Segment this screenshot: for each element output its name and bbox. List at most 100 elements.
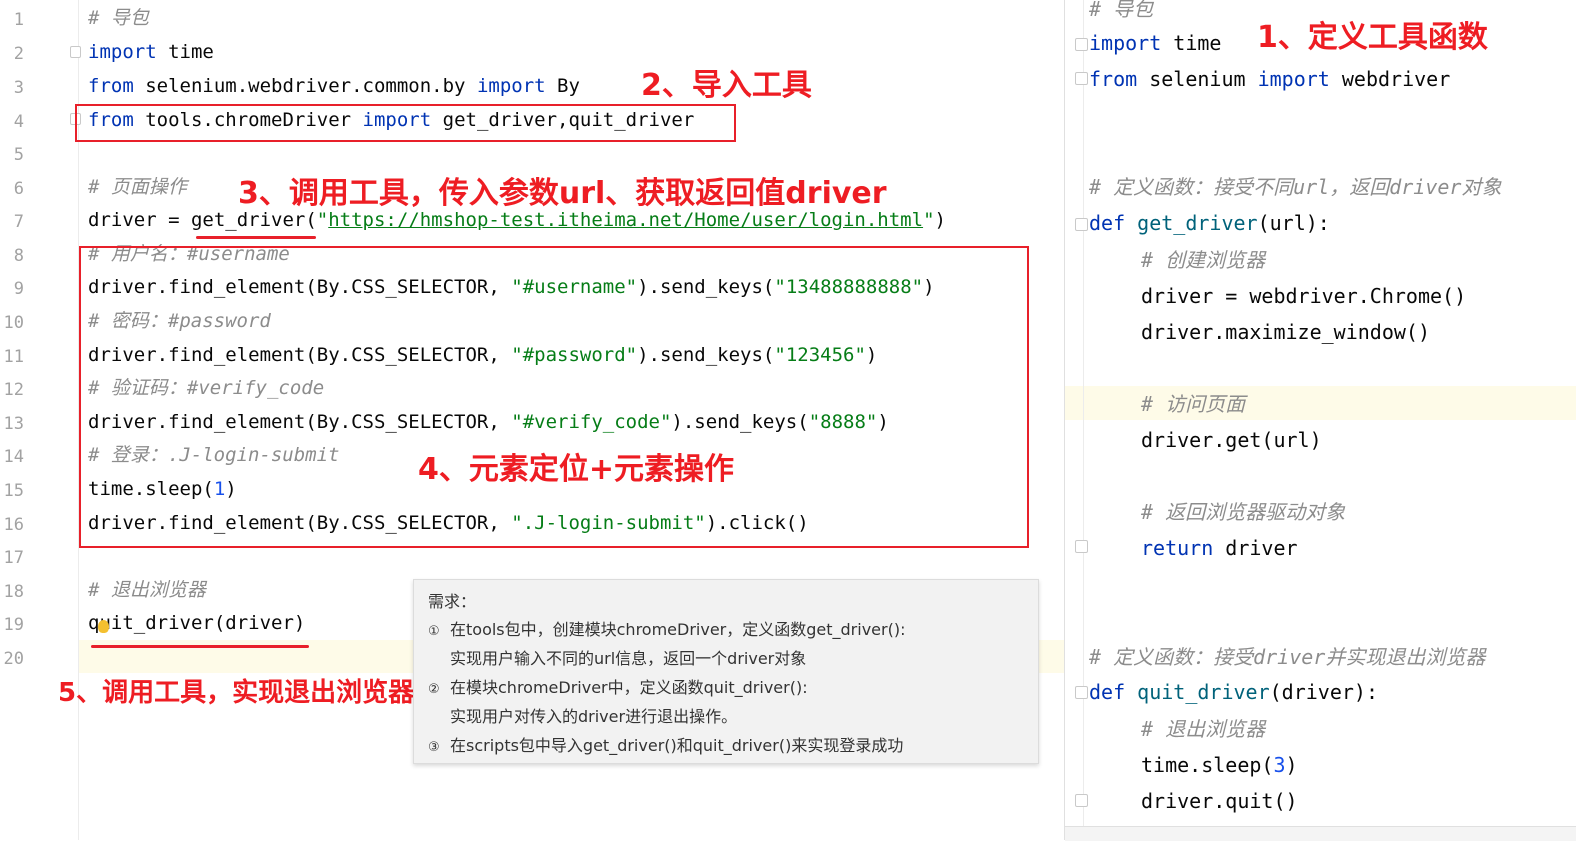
editor-bottom-bar bbox=[1065, 826, 1576, 841]
tooltip-line: 实现用户对传入的driver进行退出操作。 bbox=[428, 703, 737, 727]
code-line[interactable]: driver.get(url) bbox=[1141, 428, 1322, 452]
fold-marker-icon[interactable] bbox=[1075, 540, 1088, 553]
main-code-editor[interactable]: 1 2 3 4 5 6 7 8 9 10 11 12 13 14 15 16 17 18 19 20 # 导包 impo… bbox=[0, 0, 1064, 840]
tooltip-line-number: ① bbox=[428, 624, 440, 639]
tooltip-line-text: 在模块chromeDriver中，定义函数quit_driver(): bbox=[450, 678, 808, 697]
code-line[interactable]: # 退出浏览器 bbox=[1141, 717, 1265, 741]
line-number: 10 bbox=[3, 313, 24, 333]
code-line[interactable]: def get_driver(url): bbox=[1089, 211, 1330, 235]
code-line[interactable]: # 退出浏览器 bbox=[88, 578, 206, 602]
code-line[interactable]: return driver bbox=[1141, 536, 1298, 560]
code-token: time bbox=[1161, 31, 1222, 55]
code-line[interactable]: import time bbox=[1089, 31, 1221, 55]
code-token: # 定义函数：接受不同url，返回driver对象 bbox=[1089, 175, 1502, 199]
tooltip-line: ① 在tools包中，创建模块chromeDriver，定义函数get_drive… bbox=[428, 616, 905, 640]
code-line[interactable]: import time bbox=[88, 40, 214, 64]
line-number: 17 bbox=[3, 548, 24, 568]
fold-marker-icon[interactable] bbox=[1075, 38, 1088, 51]
code-line[interactable]: from selenium import webdriver bbox=[1089, 67, 1450, 91]
code-token: webdriver bbox=[1329, 67, 1451, 91]
code-token: driver.maximize_window() bbox=[1141, 320, 1430, 344]
annotation-step-4: 4、元素定位+元素操作 bbox=[418, 452, 735, 487]
code-line[interactable]: # 返回浏览器驱动对象 bbox=[1141, 500, 1345, 524]
code-token: quit_driver bbox=[1137, 680, 1270, 704]
tooltip-line: 实现用户输入不同的url信息，返回一个driver对象 bbox=[428, 645, 806, 669]
line-number: 5 bbox=[13, 145, 24, 165]
tooltip-line: ③ 在scripts包中导入get_driver()和quit_driver()来… bbox=[428, 732, 903, 756]
code-token: ) bbox=[1285, 753, 1298, 777]
line-number: 19 bbox=[3, 615, 24, 635]
line-number: 8 bbox=[13, 246, 24, 266]
line-number: 15 bbox=[3, 481, 24, 501]
code-line[interactable]: # 导包 bbox=[88, 6, 149, 30]
line-number: 4 bbox=[13, 112, 24, 132]
code-token: import bbox=[1089, 31, 1162, 55]
lightbulb-icon[interactable] bbox=[98, 620, 109, 633]
line-number: 2 bbox=[13, 44, 24, 64]
fold-marker-icon[interactable] bbox=[70, 46, 81, 58]
code-token: # 导包 bbox=[88, 7, 149, 29]
reference-code-editor[interactable]: # 导包 import time from selenium import webd… bbox=[1064, 0, 1576, 841]
code-token: (url): bbox=[1257, 211, 1330, 235]
code-token: from bbox=[1089, 67, 1138, 91]
code-line[interactable]: from selenium.webdriver.common.by import… bbox=[88, 74, 580, 98]
code-line[interactable]: # 访问页面 bbox=[1141, 392, 1245, 416]
right-gutter bbox=[1065, 0, 1084, 830]
code-token: return bbox=[1141, 536, 1214, 560]
code-token: # 退出浏览器 bbox=[1141, 717, 1266, 741]
code-token: # 页面操作 bbox=[88, 176, 187, 198]
annotation-step-1: 1、定义工具函数 bbox=[1257, 20, 1488, 55]
code-token: # 定义函数：接受driver并实现退出浏览器 bbox=[1089, 645, 1486, 669]
code-token: time bbox=[156, 41, 214, 63]
tooltip-line-text: 实现用户对传入的driver进行退出操作。 bbox=[450, 707, 738, 726]
code-token: # 退出浏览器 bbox=[88, 579, 206, 601]
code-token: driver = webdriver.Chrome() bbox=[1141, 284, 1467, 308]
code-token: By bbox=[545, 75, 580, 97]
code-token: get_driver bbox=[1137, 211, 1258, 235]
annotation-box-element-ops bbox=[79, 246, 1029, 548]
code-token: # 返回浏览器驱动对象 bbox=[1141, 500, 1346, 524]
code-token: from bbox=[88, 75, 134, 97]
line-number: 7 bbox=[13, 212, 24, 232]
tooltip-line-text: 在scripts包中导入get_driver()和quit_driver()来实… bbox=[450, 736, 904, 755]
code-line[interactable]: # 页面操作 bbox=[88, 175, 187, 199]
annotation-step-3: 3、调用工具，传入参数url、获取返回值driver bbox=[238, 176, 887, 211]
code-line[interactable]: driver = webdriver.Chrome() bbox=[1141, 284, 1466, 308]
tooltip-line-number: ② bbox=[428, 682, 440, 697]
code-line[interactable]: # 导包 bbox=[1089, 0, 1153, 21]
fold-marker-icon[interactable] bbox=[1075, 686, 1088, 699]
line-number: 13 bbox=[3, 414, 24, 434]
line-number: 1 bbox=[13, 10, 24, 30]
code-token: quit_driver(driver) bbox=[88, 612, 306, 634]
code-token: " bbox=[923, 209, 935, 231]
tooltip-line-number: ③ bbox=[428, 740, 440, 755]
annotation-step-5: 5、调用工具，实现退出浏览器 bbox=[58, 678, 415, 708]
code-token: selenium bbox=[1137, 67, 1258, 91]
line-number: 9 bbox=[13, 279, 24, 299]
code-token: def bbox=[1089, 211, 1126, 235]
annotation-step-2: 2、导入工具 bbox=[641, 68, 812, 103]
code-line[interactable]: def quit_driver(driver): bbox=[1089, 680, 1378, 704]
code-line[interactable]: # 定义函数：接受driver并实现退出浏览器 bbox=[1089, 645, 1485, 669]
annotation-underline-quit-driver bbox=[91, 645, 309, 648]
code-line[interactable]: driver.quit() bbox=[1141, 789, 1298, 813]
fold-marker-icon[interactable] bbox=[1075, 218, 1088, 231]
fold-marker-icon[interactable] bbox=[1075, 794, 1088, 807]
line-number: 20 bbox=[3, 649, 24, 669]
code-line[interactable]: driver.maximize_window() bbox=[1141, 320, 1430, 344]
code-token: (driver): bbox=[1269, 680, 1378, 704]
tooltip-title: 需求： bbox=[428, 592, 477, 611]
fold-marker-icon[interactable] bbox=[1075, 72, 1088, 85]
line-number: 18 bbox=[3, 582, 24, 602]
code-line[interactable]: # 定义函数：接受不同url，返回driver对象 bbox=[1089, 175, 1501, 199]
code-token: selenium.webdriver.common.by bbox=[133, 75, 477, 97]
code-token: import bbox=[1257, 67, 1330, 91]
code-token: driver = get_driver( bbox=[88, 209, 317, 231]
code-line[interactable]: time.sleep(3) bbox=[1141, 753, 1298, 777]
line-number: 3 bbox=[13, 78, 24, 98]
code-token: # 访问页面 bbox=[1141, 392, 1246, 416]
code-token: import bbox=[88, 41, 157, 63]
code-line[interactable]: # 创建浏览器 bbox=[1141, 248, 1265, 272]
code-line[interactable]: quit_driver(driver) bbox=[88, 611, 305, 635]
